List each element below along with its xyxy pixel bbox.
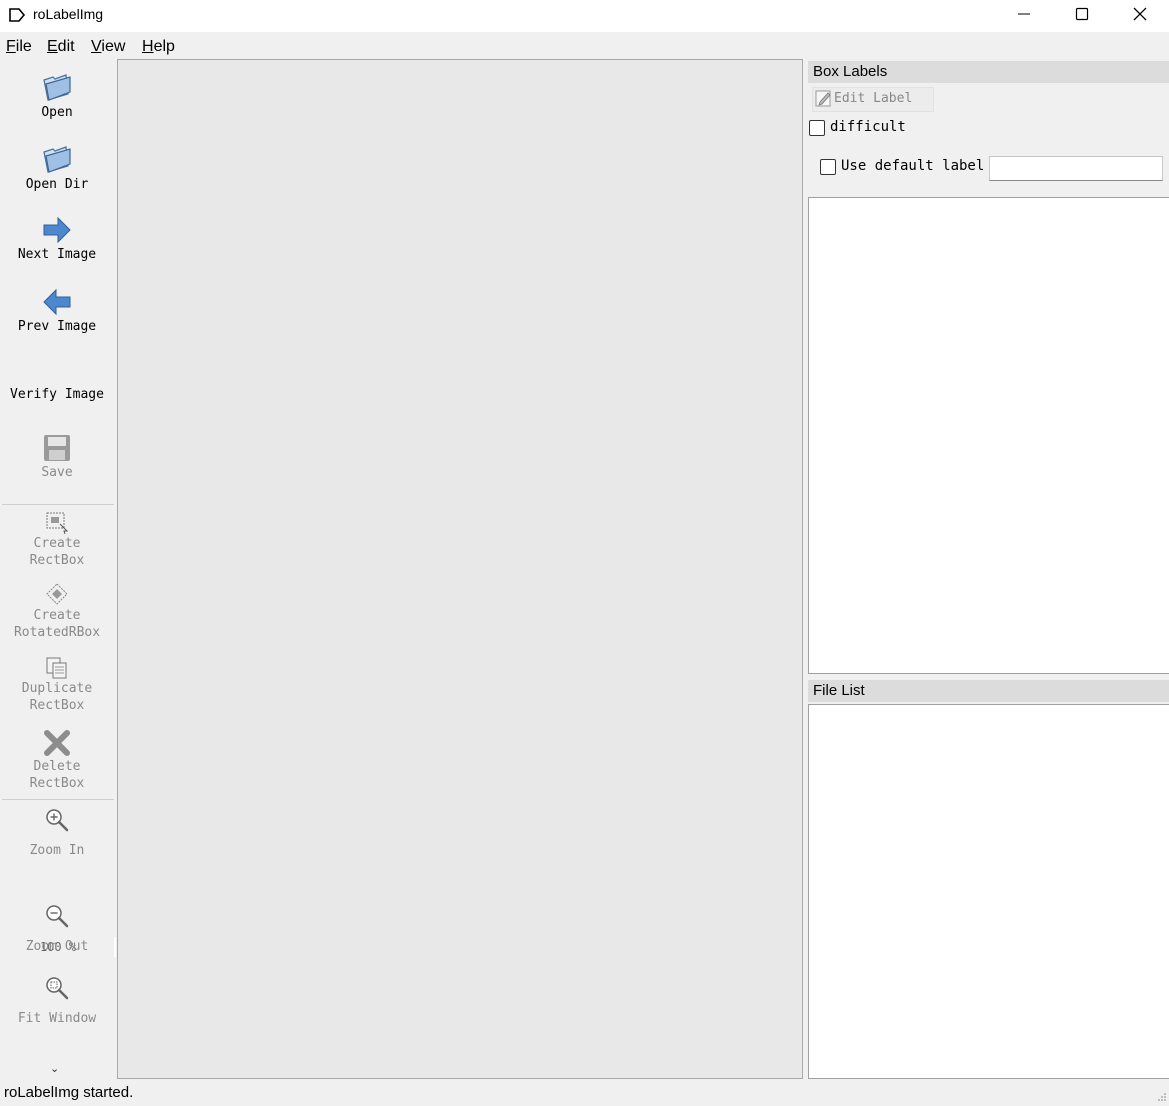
file-list[interactable] (808, 704, 1169, 1079)
zoom-in-button[interactable]: Zoom In (0, 807, 114, 859)
save-button[interactable]: Save (0, 432, 114, 481)
zoom-out-icon (46, 905, 69, 928)
toolbar-extension-icon[interactable]: ⌄ (50, 1062, 59, 1075)
use-default-label-text: Use default label (841, 158, 985, 174)
menu-bar: File Edit View Help (0, 32, 1169, 60)
default-label-input[interactable] (989, 156, 1163, 181)
menu-view[interactable]: View (91, 38, 125, 56)
copy-icon (46, 657, 67, 679)
next-image-button[interactable]: Next Image (0, 214, 114, 263)
status-bar: roLabelImg started. (0, 1079, 1169, 1106)
folder-open-icon (43, 74, 71, 101)
toolbar-separator (2, 504, 114, 505)
prev-image-button[interactable]: Prev Image (0, 286, 114, 335)
file-list-dock-title[interactable]: File List (808, 680, 1169, 702)
minimize-icon (1018, 13, 1030, 15)
zoom-in-icon (46, 809, 69, 832)
window-title: roLabelImg (33, 6, 104, 22)
box-labels-dock-title[interactable]: Box Labels (808, 61, 1169, 83)
edit-label-button[interactable]: Edit Label (812, 87, 934, 112)
minimize-button[interactable] (995, 0, 1053, 30)
draw-rotated-icon (46, 583, 68, 605)
maximize-button[interactable] (1053, 0, 1111, 30)
draw-rect-icon (46, 512, 69, 535)
cross-icon (44, 730, 70, 756)
image-canvas[interactable] (117, 59, 803, 1079)
create-rectbox-button[interactable]: Create RectBox (0, 511, 114, 569)
fit-window-icon (46, 977, 69, 1000)
arrow-left-icon (43, 288, 71, 316)
zoom-out-button[interactable]: Zoom Out (0, 903, 114, 955)
use-default-label-checkbox[interactable] (820, 159, 836, 175)
arrow-right-icon (43, 216, 71, 244)
toolbar-separator (2, 799, 114, 800)
maximize-icon (1075, 7, 1089, 21)
status-message: roLabelImg started. (4, 1084, 134, 1101)
resize-grip-icon[interactable] (1157, 1092, 1167, 1102)
tools-toolbar: Open Open Dir Next Image Prev Image Veri… (0, 60, 116, 1078)
open-button[interactable]: Open (0, 70, 114, 121)
menu-help[interactable]: Help (142, 38, 175, 56)
title-bar: roLabelImg (0, 0, 1169, 32)
close-button[interactable] (1111, 0, 1169, 30)
menu-edit[interactable]: Edit (47, 38, 75, 56)
fit-window-button[interactable]: Fit Window (0, 975, 114, 1027)
menu-file[interactable]: File (6, 38, 32, 56)
delete-rectbox-button[interactable]: Delete RectBox (0, 728, 114, 792)
folder-open-icon (43, 146, 71, 173)
label-list[interactable] (808, 197, 1169, 674)
floppy-disk-icon (44, 435, 70, 461)
difficult-checkbox[interactable] (809, 120, 825, 136)
verify-image-button[interactable]: Verify Image (0, 386, 114, 403)
open-dir-button[interactable]: Open Dir (0, 142, 114, 193)
close-icon (1133, 7, 1147, 21)
edit-icon (815, 90, 831, 107)
create-rotated-rbox-button[interactable]: Create RotatedRBox (0, 583, 114, 641)
difficult-label: difficult (830, 119, 906, 135)
tag-icon (9, 8, 26, 22)
duplicate-rectbox-button[interactable]: Duplicate RectBox (0, 656, 114, 714)
